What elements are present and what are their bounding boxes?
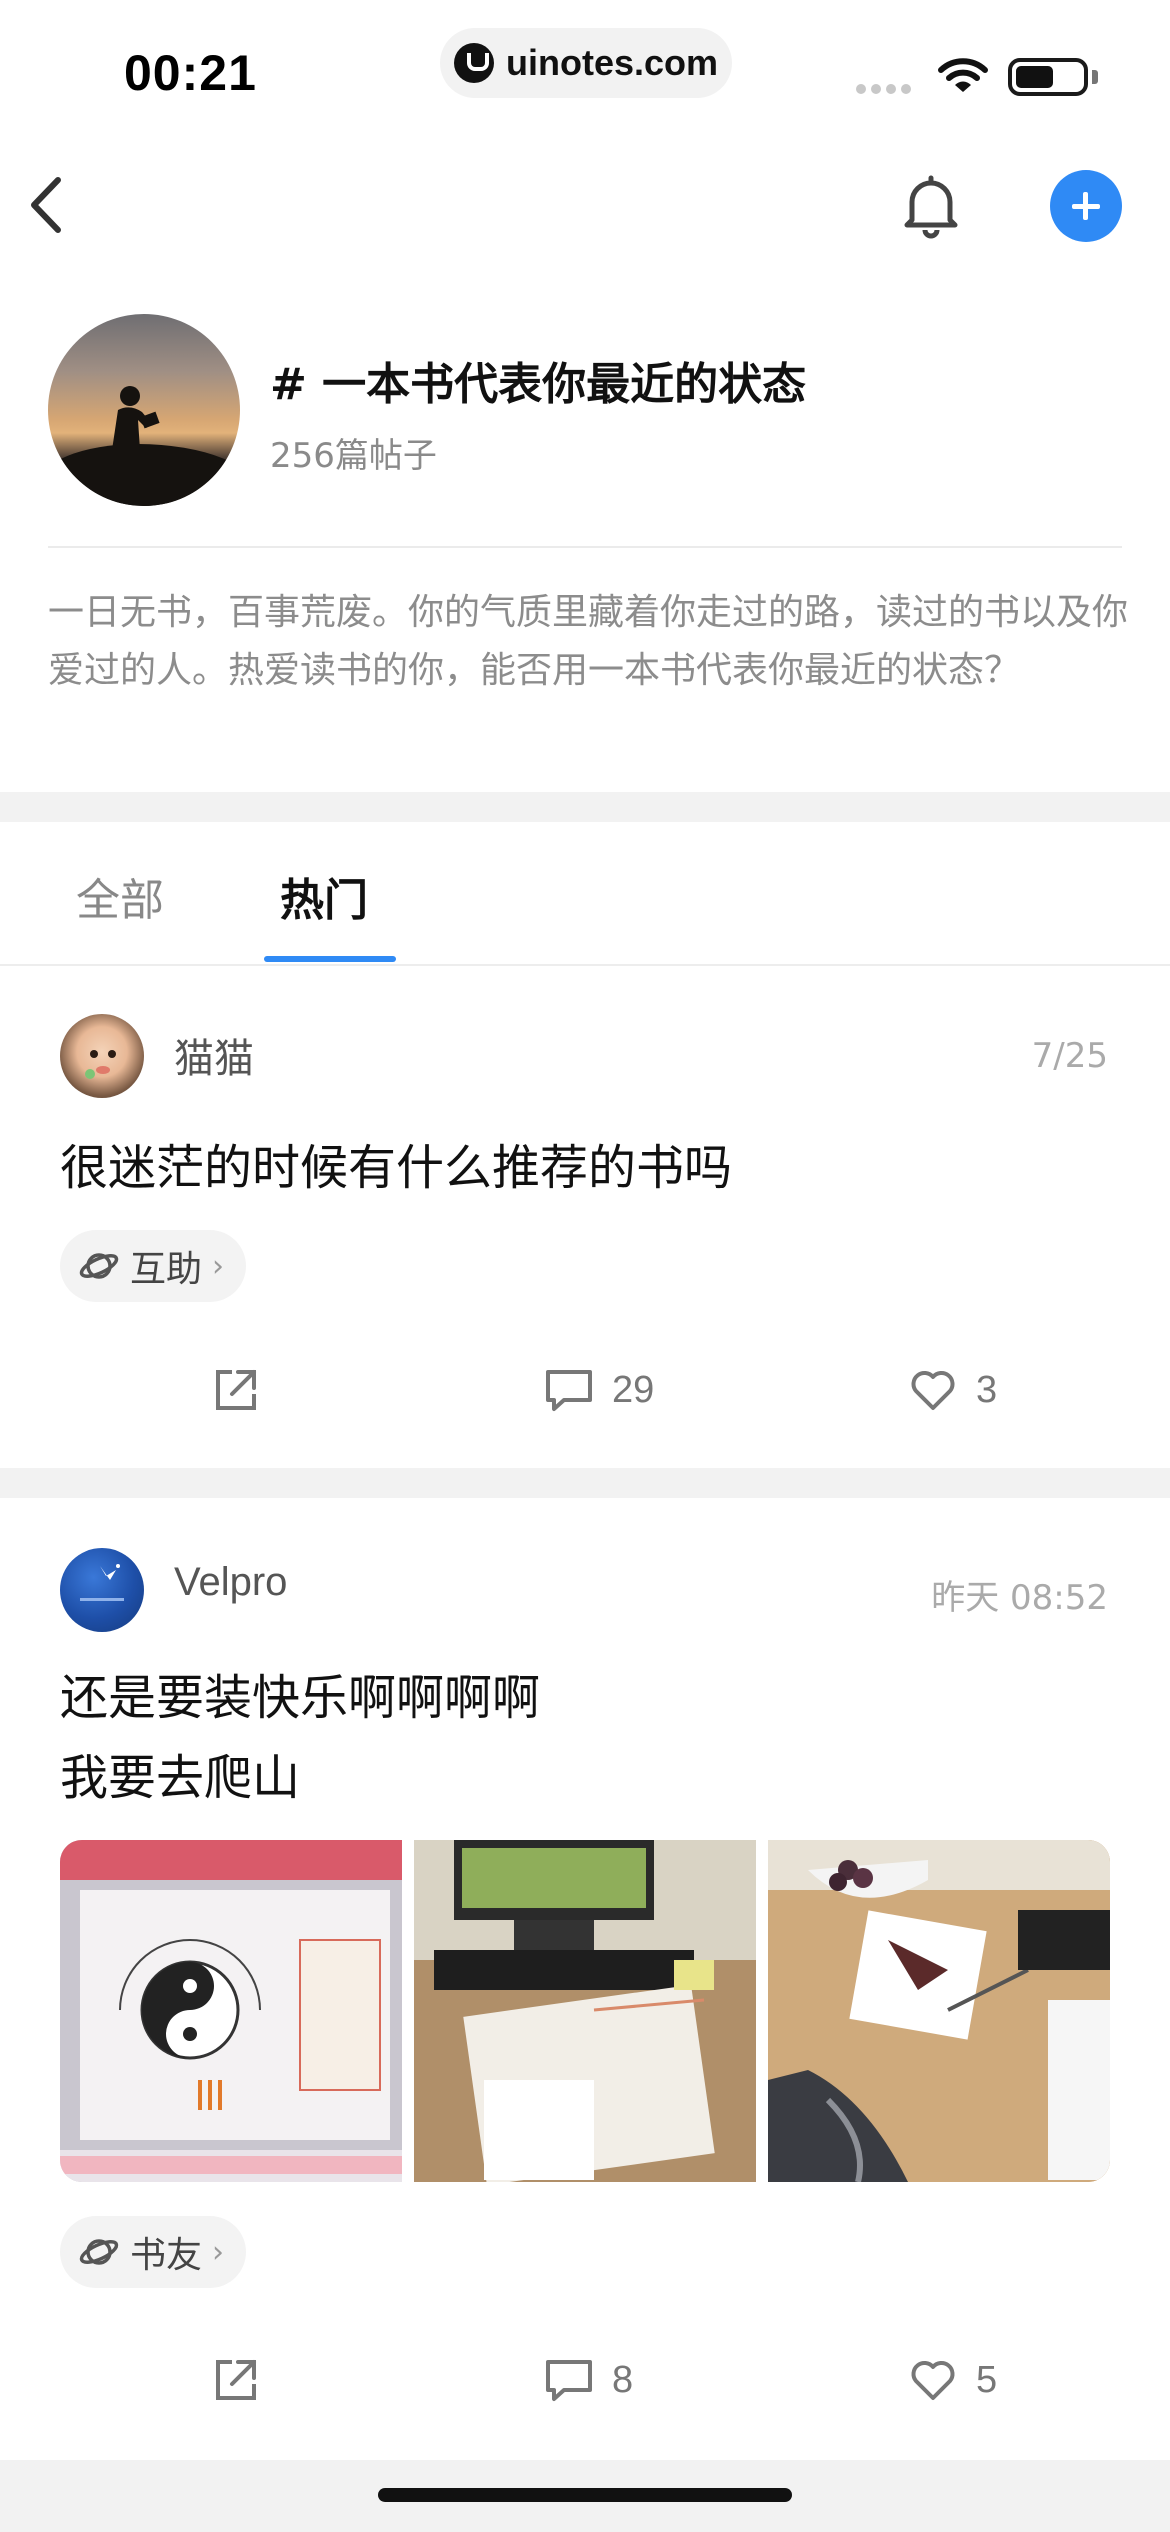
- post-image[interactable]: [768, 1840, 1110, 2182]
- topic-title: # 一本书代表你最近的状态: [270, 359, 807, 410]
- tab-all[interactable]: 全部: [76, 864, 164, 928]
- topic-avatar: [48, 314, 240, 506]
- active-tab-indicator: [264, 956, 396, 962]
- like-button[interactable]: 3: [908, 1366, 997, 1414]
- avatar[interactable]: [60, 1014, 144, 1098]
- add-post-button[interactable]: [1050, 170, 1122, 242]
- bell-icon[interactable]: [898, 170, 964, 240]
- topic-post-count: 256篇帖子: [270, 436, 437, 476]
- comment-button[interactable]: 8: [544, 2356, 633, 2404]
- url-text: uinotes.com: [506, 42, 719, 83]
- post-image[interactable]: [60, 1840, 402, 2182]
- heart-icon: [911, 2361, 955, 2400]
- like-count: 5: [976, 2358, 998, 2401]
- battery-cap: [1092, 70, 1098, 84]
- share-button[interactable]: [212, 1366, 260, 1414]
- like-count: 3: [976, 1368, 998, 1411]
- chevron-right-icon: ›: [212, 1248, 225, 1284]
- chevron-right-icon: ›: [212, 2234, 225, 2270]
- avatar[interactable]: [60, 1548, 144, 1632]
- header-divider: [48, 546, 1122, 548]
- tab-hot[interactable]: 热门: [280, 864, 368, 928]
- heart-icon: [911, 1371, 955, 1410]
- post-username[interactable]: 猫猫: [174, 1026, 254, 1084]
- post-tag-label: 书友: [130, 2235, 203, 2276]
- back-icon[interactable]: [18, 170, 78, 240]
- post-tag-label: 互助: [130, 1249, 203, 1290]
- status-time: 00:21: [124, 45, 257, 101]
- post-image-grid: [60, 1840, 1110, 2182]
- like-button[interactable]: 5: [908, 2356, 997, 2404]
- url-pill[interactable]: uinotes.com: [440, 28, 732, 98]
- post-date: 7/25: [1031, 1036, 1108, 1076]
- signal-icon: [856, 84, 911, 94]
- share-icon: [216, 2360, 256, 2400]
- post-image[interactable]: [414, 1840, 756, 2182]
- status-bar: 00:21 uinotes.com: [0, 0, 1170, 150]
- post-text-line-1[interactable]: 还是要装快乐啊啊啊啊: [60, 1658, 540, 1738]
- planet-icon: [79, 1253, 119, 1279]
- comment-count: 29: [612, 1368, 655, 1411]
- desk-snack-photo: [768, 1840, 1110, 2182]
- section-gap: [0, 1468, 1170, 1498]
- post-text[interactable]: 很迷茫的时候有什么推荐的书吗: [60, 1128, 732, 1208]
- post-tag-chip[interactable]: 书友 ›: [60, 2216, 247, 2288]
- wifi-icon: [938, 58, 988, 92]
- share-button[interactable]: [212, 2356, 260, 2404]
- comment-icon: [546, 1370, 592, 1411]
- comment-count: 8: [612, 2358, 634, 2401]
- post-username[interactable]: Velpro: [174, 1560, 287, 1605]
- planet-icon: [79, 2239, 119, 2265]
- comment-icon: [546, 2360, 592, 2401]
- post-tag-chip[interactable]: 互助 ›: [60, 1230, 247, 1302]
- post-card[interactable]: Velpro 昨天 08:52 还是要装快乐啊啊啊啊 我要去爬山 书友 › 8 …: [0, 1498, 1170, 2460]
- topic-description: 一日无书，百事荒废。你的气质里藏着你走过的路，读过的书以及你爱过的人。热爱读书的…: [48, 592, 1129, 691]
- share-icon: [216, 1370, 256, 1410]
- home-indicator[interactable]: [378, 2488, 792, 2502]
- comment-button[interactable]: 29: [544, 1366, 654, 1414]
- post-date: 昨天 08:52: [931, 1578, 1108, 1618]
- post-card[interactable]: 猫猫 7/25 很迷茫的时候有什么推荐的书吗 互助 › 29 3: [0, 966, 1170, 1468]
- battery-icon: [1008, 58, 1088, 96]
- site-logo-icon: [454, 43, 494, 83]
- reader-silhouette: [112, 386, 160, 450]
- section-gap: [0, 792, 1170, 822]
- post-text-line-2[interactable]: 我要去爬山: [60, 1738, 300, 1818]
- desk-monitor-book-photo: [414, 1840, 756, 2182]
- feng-shui-poster-photo: [60, 1840, 402, 2182]
